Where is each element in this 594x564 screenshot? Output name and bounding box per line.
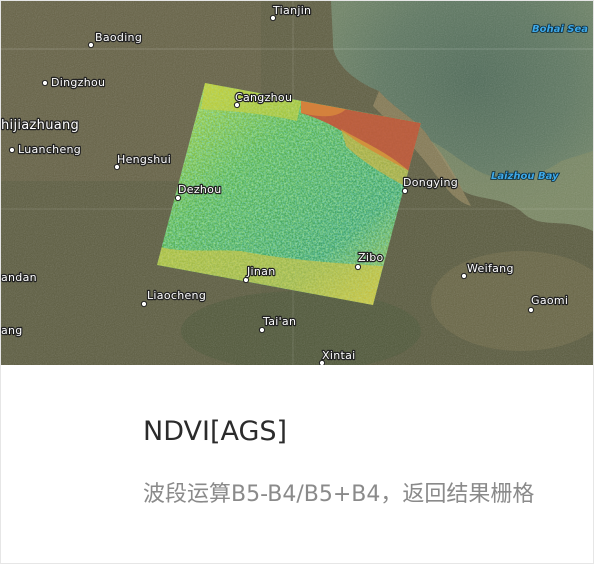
- card-description: 波段运算B5-B4/B5+B4，返回结果栅格: [143, 482, 535, 507]
- svg-text:Dezhou: Dezhou: [178, 183, 222, 196]
- svg-text:Laizhou Bay: Laizhou Bay: [491, 171, 559, 182]
- svg-text:Hengshui: Hengshui: [117, 153, 171, 166]
- ndvi-tool-card[interactable]: Tianjin Baoding Dingzhou hijiazhuang Lua…: [0, 0, 594, 564]
- map-thumbnail: Tianjin Baoding Dingzhou hijiazhuang Lua…: [1, 1, 593, 365]
- water-label-laizhou-bay: Laizhou Bay: [490, 170, 560, 183]
- svg-text:Tianjin: Tianjin: [272, 4, 311, 17]
- svg-text:hijiazhuang: hijiazhuang: [1, 118, 79, 133]
- place-dingzhou[interactable]: Dingzhou: [41, 75, 106, 90]
- svg-text:Dingzhou: Dingzhou: [51, 76, 105, 89]
- place-shijiazhuang[interactable]: hijiazhuang: [1, 117, 80, 134]
- svg-text:Liaocheng: Liaocheng: [147, 289, 206, 302]
- svg-text:Cangzhou: Cangzhou: [235, 91, 292, 104]
- svg-text:Jinan: Jinan: [246, 265, 275, 278]
- svg-text:ang: ang: [1, 324, 23, 337]
- satellite-map: Tianjin Baoding Dingzhou hijiazhuang Lua…: [1, 1, 593, 365]
- place-luancheng[interactable]: Luancheng: [8, 142, 82, 157]
- place-heze[interactable]: ang: [1, 323, 24, 338]
- svg-text:Dongying: Dongying: [403, 176, 458, 189]
- svg-text:Bohai Sea: Bohai Sea: [532, 24, 588, 35]
- svg-text:Weifang: Weifang: [467, 262, 514, 275]
- svg-text:Zibo: Zibo: [358, 251, 384, 264]
- svg-text:Xintai: Xintai: [322, 349, 355, 362]
- svg-text:Tai'an: Tai'an: [262, 315, 296, 328]
- card-body: NDVI[AGS] 波段运算B5-B4/B5+B4，返回结果栅格: [1, 365, 593, 513]
- svg-text:andan: andan: [1, 271, 37, 284]
- svg-text:Luancheng: Luancheng: [18, 143, 81, 156]
- card-title: NDVI[AGS]: [143, 416, 288, 447]
- svg-text:Baoding: Baoding: [95, 31, 142, 44]
- water-label-bohai-sea: Bohai Sea: [531, 23, 589, 36]
- place-handan[interactable]: andan: [1, 270, 38, 285]
- svg-text:Gaomi: Gaomi: [531, 294, 568, 307]
